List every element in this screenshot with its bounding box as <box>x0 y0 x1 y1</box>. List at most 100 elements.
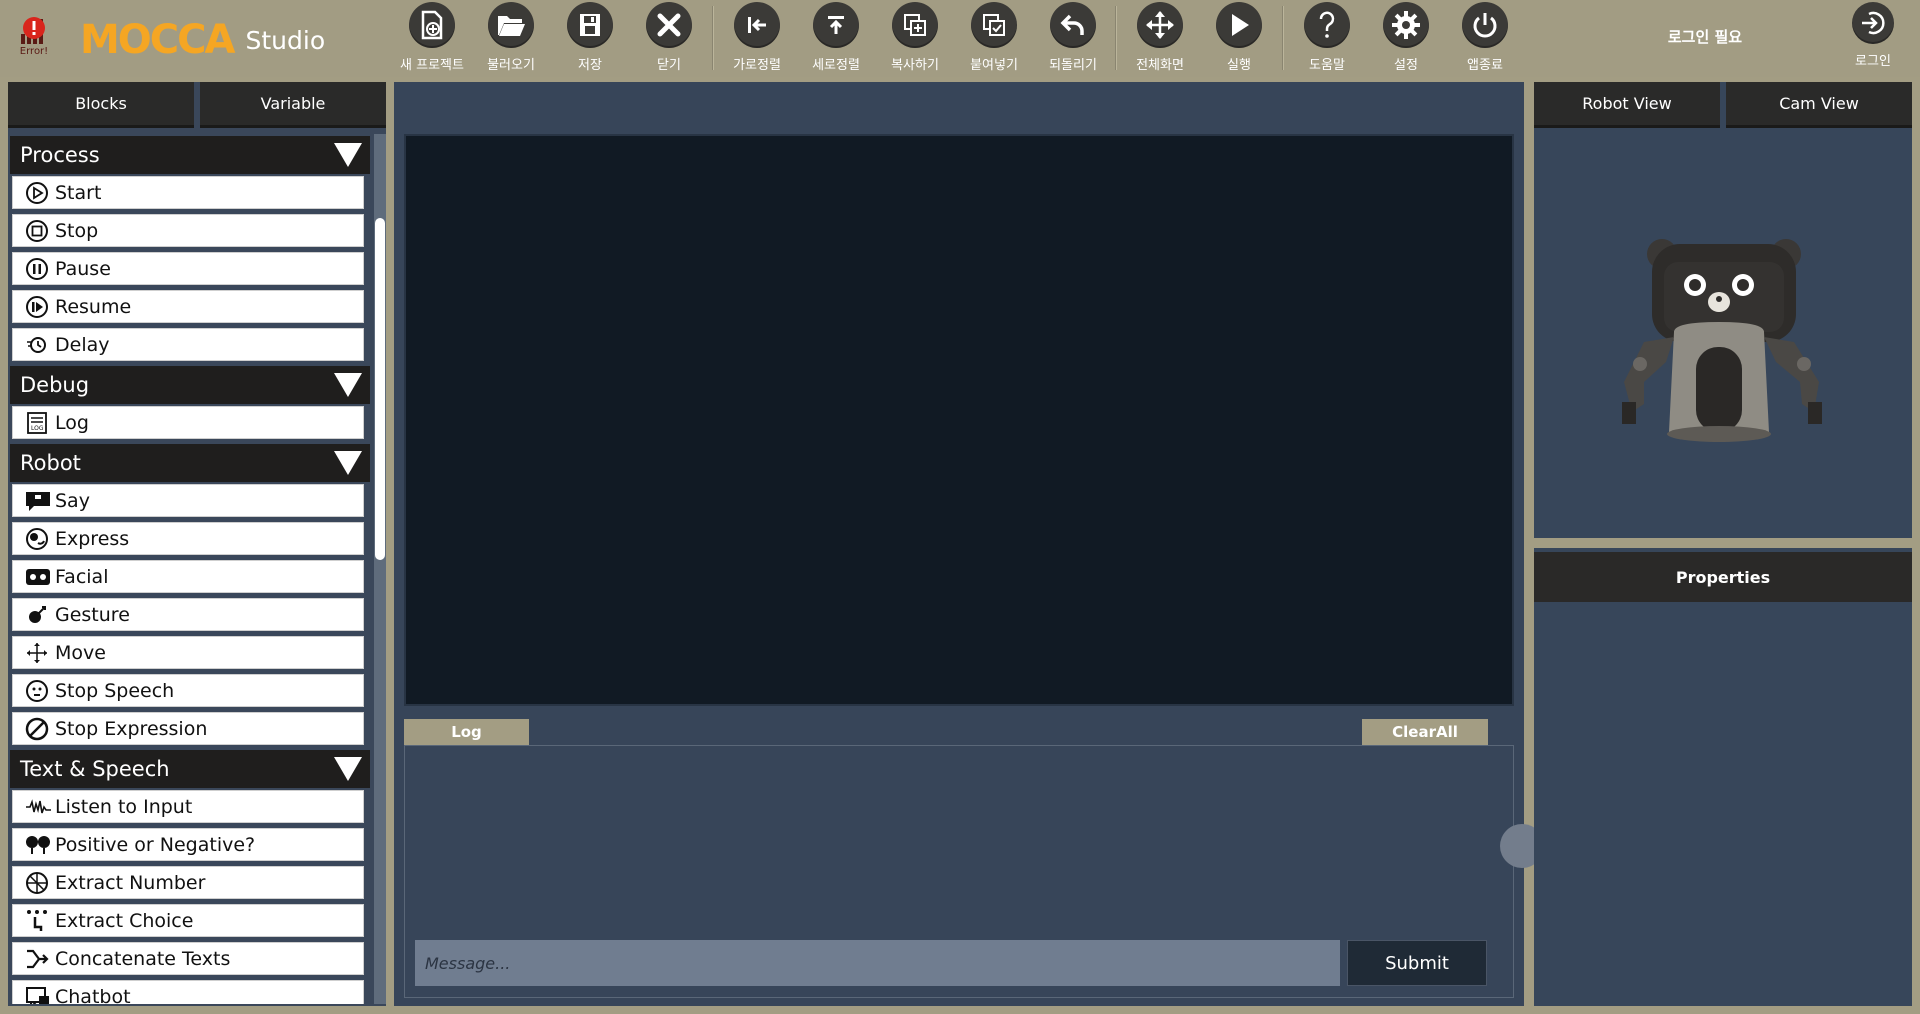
play-icon <box>1232 14 1249 36</box>
undo-label: 되돌리기 <box>1049 58 1097 73</box>
folder-open-icon <box>498 16 525 36</box>
collapse-triangle-icon <box>334 143 362 167</box>
log-panel: Submit <box>404 745 1514 998</box>
undo-button[interactable]: 되돌리기 <box>1033 2 1113 74</box>
collapse-triangle-icon <box>334 757 362 781</box>
help-label: 도움말 <box>1309 58 1345 73</box>
save-button[interactable]: 저장 <box>550 2 630 74</box>
power-icon <box>1473 13 1497 38</box>
copy-button[interactable]: 복사하기 <box>875 2 955 74</box>
error-indicator[interactable]: Error! <box>12 14 56 70</box>
block-listen-to-input[interactable]: Listen to Input <box>12 790 364 823</box>
block-stop[interactable]: Stop <box>12 214 364 247</box>
category-debug[interactable]: Debug <box>10 366 370 404</box>
block-gesture[interactable]: Gesture <box>12 598 364 631</box>
help-button[interactable]: 도움말 <box>1287 2 1367 74</box>
block-move[interactable]: Move <box>12 636 364 669</box>
align-vertical-button[interactable]: 세로정렬 <box>796 2 876 74</box>
help-icon <box>1319 11 1335 38</box>
block-express[interactable]: Express <box>12 522 364 555</box>
clear-all-button[interactable]: ClearAll <box>1362 719 1488 745</box>
block-label: Gesture <box>55 603 130 626</box>
category-title: Debug <box>20 373 90 397</box>
quit-label: 앱종료 <box>1467 58 1503 73</box>
tab-variable[interactable]: Variable <box>200 82 386 128</box>
quit-button[interactable]: 앱종료 <box>1445 2 1525 74</box>
block-label: Chatbot <box>55 985 131 1005</box>
error-signal-icon <box>21 17 45 44</box>
run-button[interactable]: 실행 <box>1199 2 1279 74</box>
right-panel: Robot View Cam View Properties <box>1534 82 1912 1006</box>
stop-speech-icon <box>25 678 53 704</box>
block-stop-expression[interactable]: Stop Expression <box>12 712 364 745</box>
svg-text:LOG: LOG <box>31 425 44 432</box>
robot-3d-model[interactable] <box>1604 232 1844 452</box>
tab-cam-view[interactable]: Cam View <box>1726 82 1912 128</box>
block-positive-or-negative[interactable]: Positive or Negative? <box>12 828 364 861</box>
submit-button[interactable]: Submit <box>1347 940 1487 986</box>
category-robot[interactable]: Robot <box>10 444 370 482</box>
block-label: Log <box>55 411 89 434</box>
floppy-disk-icon <box>580 14 600 36</box>
align-horizontal-label: 가로정렬 <box>733 58 781 73</box>
gear-icon <box>1392 11 1420 39</box>
fullscreen-label: 전체화면 <box>1136 58 1184 73</box>
tab-blocks[interactable]: Blocks <box>8 82 194 128</box>
align-left-icon <box>748 17 766 33</box>
tab-robot-view[interactable]: Robot View <box>1534 82 1720 128</box>
concatenate-icon <box>25 946 53 972</box>
block-canvas[interactable] <box>404 134 1514 706</box>
login-button[interactable]: 로그인 <box>1833 2 1913 74</box>
block-extract-choice[interactable]: Extract Choice <box>12 904 364 937</box>
block-delay[interactable]: Delay <box>12 328 364 361</box>
block-label: Facial <box>55 565 109 588</box>
waveform-icon <box>25 794 53 820</box>
choice-icon <box>25 908 53 934</box>
copy-icon <box>904 14 926 36</box>
block-stop-speech[interactable]: Stop Speech <box>12 674 364 707</box>
new-file-icon <box>421 10 443 40</box>
block-resume[interactable]: Resume <box>12 290 364 323</box>
block-palette: Blocks Variable Process Start Stop Pause… <box>8 82 386 1006</box>
category-title: Robot <box>20 451 81 475</box>
category-title: Process <box>20 143 100 167</box>
message-input[interactable] <box>415 940 1340 986</box>
properties-header: Properties <box>1534 552 1912 602</box>
block-label: Pause <box>55 257 111 280</box>
block-chatbot[interactable]: Chatbot <box>12 980 364 1004</box>
tab-log[interactable]: Log <box>404 719 529 745</box>
run-label: 실행 <box>1227 58 1251 73</box>
copy-label: 복사하기 <box>891 58 939 73</box>
express-icon <box>25 526 53 552</box>
block-say[interactable]: Say <box>12 484 364 517</box>
gesture-icon <box>25 602 53 628</box>
block-label: Listen to Input <box>55 795 193 818</box>
align-horizontal-button[interactable]: 가로정렬 <box>717 2 797 74</box>
paste-button[interactable]: 붙여넣기 <box>954 2 1034 74</box>
block-log[interactable]: LOG Log <box>12 406 364 439</box>
settings-button[interactable]: 설정 <box>1366 2 1446 74</box>
pause-circle-icon <box>25 256 53 282</box>
close-button[interactable]: 닫기 <box>629 2 709 74</box>
new-project-button[interactable]: 새 프로젝트 <box>392 2 472 74</box>
category-text-speech[interactable]: Text & Speech <box>10 750 370 788</box>
block-facial[interactable]: Facial <box>12 560 364 593</box>
scrollbar-thumb[interactable] <box>375 218 385 560</box>
block-label: Positive or Negative? <box>55 833 256 856</box>
fullscreen-button[interactable]: 전체화면 <box>1120 2 1200 74</box>
block-start[interactable]: Start <box>12 176 364 209</box>
category-process[interactable]: Process <box>10 136 370 174</box>
block-concatenate-texts[interactable]: Concatenate Texts <box>12 942 364 975</box>
block-pause[interactable]: Pause <box>12 252 364 285</box>
open-button[interactable]: 불러오기 <box>471 2 551 74</box>
paste-label: 붙여넣기 <box>970 58 1018 73</box>
block-label: Express <box>55 527 130 550</box>
block-extract-number[interactable]: Extract Number <box>12 866 364 899</box>
prohibited-icon <box>25 716 53 742</box>
login-label: 로그인 <box>1855 54 1891 69</box>
settings-label: 설정 <box>1394 58 1418 73</box>
workspace: Log ClearAll Submit <box>394 82 1524 1006</box>
speech-bubble-icon <box>25 488 53 514</box>
chatbot-icon <box>25 984 53 1004</box>
block-list-scrollbar[interactable] <box>374 134 386 1004</box>
